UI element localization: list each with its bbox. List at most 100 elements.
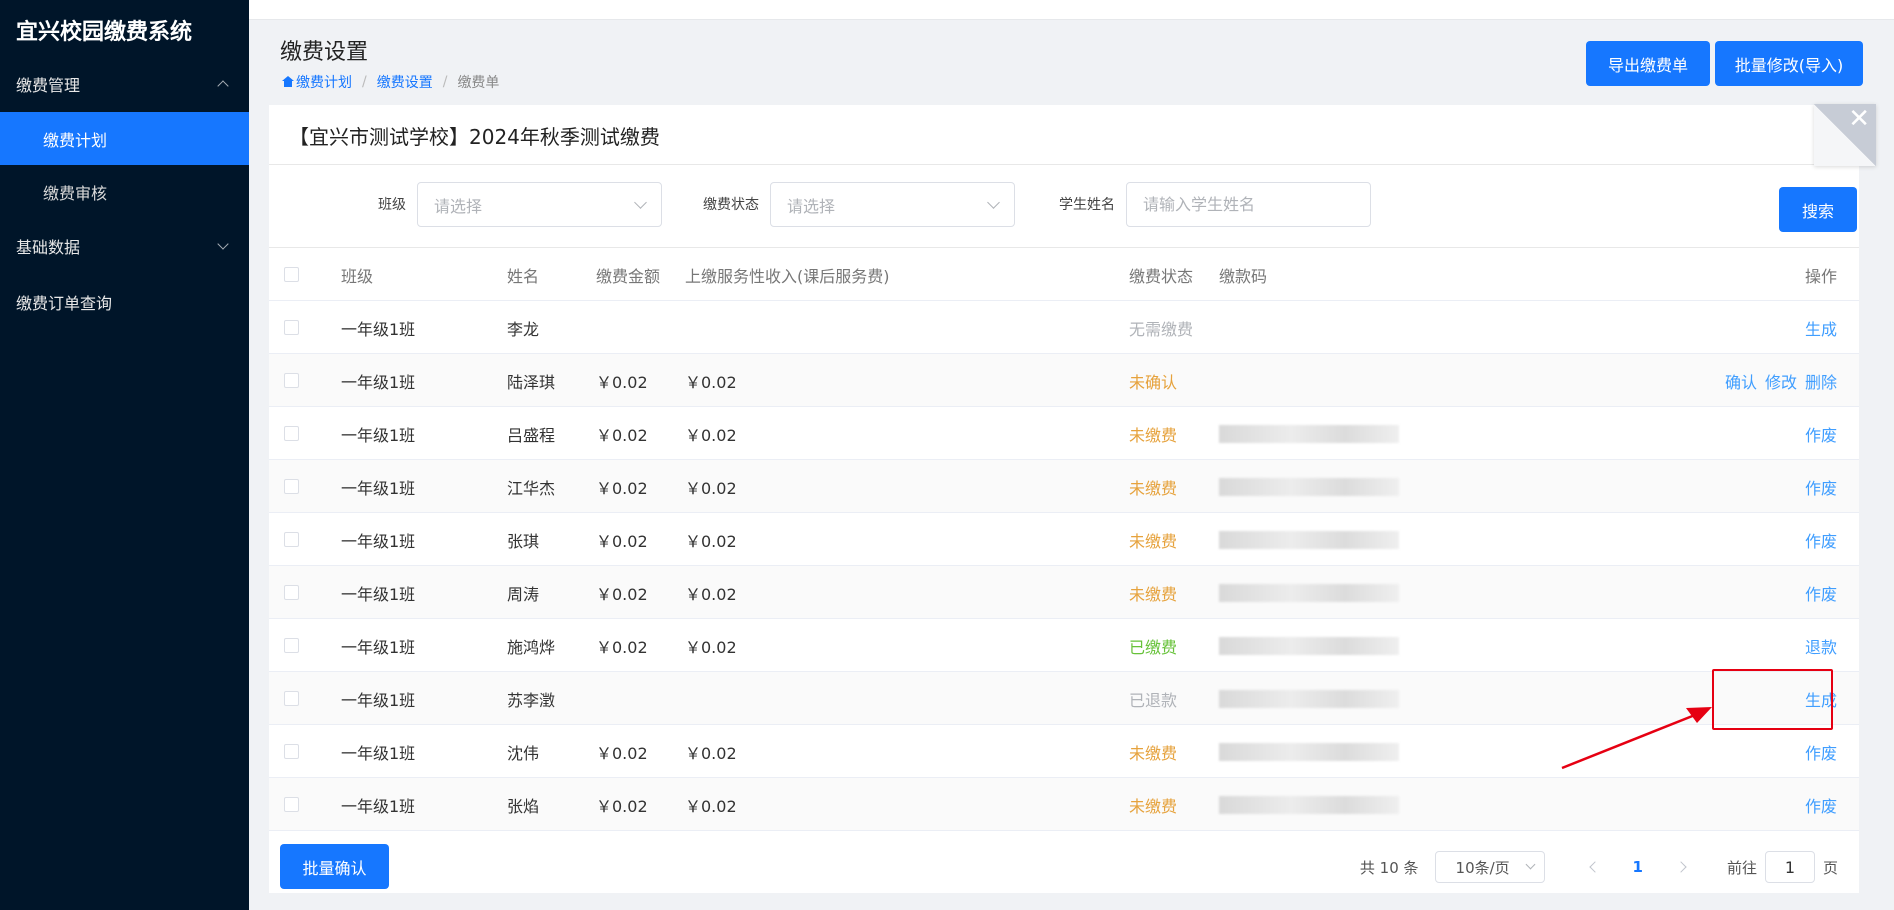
- page-size-value: 10条/页: [1455, 858, 1510, 877]
- cell-class: 一年级1班: [341, 690, 416, 710]
- chevron-down-icon: [217, 238, 229, 250]
- cell-payment-code: [1219, 460, 1399, 513]
- cell-status: 未缴费: [1129, 584, 1178, 604]
- chevron-down-icon: [1525, 859, 1535, 870]
- row-checkbox[interactable]: [284, 744, 299, 759]
- cell-class: 一年级1班: [341, 743, 416, 763]
- cell-name: 沈伟: [507, 743, 540, 763]
- column-header-payment-code: 缴款码: [1219, 266, 1268, 286]
- cell-actions: 作废: [1797, 460, 1837, 513]
- cell-status: 未缴费: [1129, 743, 1178, 763]
- sidebar-item-fee-review[interactable]: 缴费审核: [0, 165, 249, 218]
- action-link[interactable]: 作废: [1805, 581, 1837, 605]
- close-corner-button[interactable]: ✕: [1814, 104, 1876, 166]
- cell-name: 吕盛程: [507, 425, 556, 445]
- row-checkbox[interactable]: [284, 373, 299, 388]
- row-checkbox[interactable]: [284, 320, 299, 335]
- class-select[interactable]: 请选择: [417, 182, 662, 227]
- table-row: 一年级1班 张焰 ￥0.02 ￥0.02 未缴费 作废: [269, 778, 1859, 831]
- cell-income: ￥0.02: [685, 637, 737, 657]
- row-checkbox[interactable]: [284, 797, 299, 812]
- cell-income: ￥0.02: [685, 584, 737, 604]
- select-all-checkbox[interactable]: [284, 267, 299, 282]
- menu-group-label: 缴费订单查询: [16, 294, 113, 313]
- chevron-up-icon: [217, 80, 229, 92]
- table-row: 一年级1班 李龙 无需缴费 生成: [269, 301, 1859, 354]
- row-checkbox[interactable]: [284, 691, 299, 706]
- card-title: 【宜兴市测试学校】2024年秋季测试缴费: [269, 105, 1859, 165]
- cell-payment-code: [1219, 778, 1399, 831]
- table-row: 一年级1班 陆泽琪 ￥0.02 ￥0.02 未确认 确认 修改 删除: [269, 354, 1859, 407]
- chevron-down-icon: [987, 195, 1000, 209]
- menu-group-fee-management[interactable]: 缴费管理: [0, 56, 249, 112]
- row-checkbox[interactable]: [284, 585, 299, 600]
- row-checkbox[interactable]: [284, 426, 299, 441]
- cell-income: ￥0.02: [685, 531, 737, 551]
- student-name-input[interactable]: [1126, 182, 1371, 227]
- row-checkbox[interactable]: [284, 638, 299, 653]
- table-row: 一年级1班 张琪 ￥0.02 ￥0.02 未缴费 作废: [269, 513, 1859, 566]
- menu-group-order-query[interactable]: 缴费订单查询: [0, 274, 249, 330]
- cell-amount: ￥0.02: [596, 584, 648, 604]
- action-link[interactable]: 作废: [1805, 475, 1837, 499]
- row-checkbox[interactable]: [284, 532, 299, 547]
- breadcrumb-item-fee-bill: 缴费单: [457, 75, 500, 91]
- action-link[interactable]: 修改: [1765, 369, 1797, 393]
- goto-page-input[interactable]: [1764, 851, 1815, 883]
- cell-class: 一年级1班: [341, 531, 416, 551]
- cell-actions: 生成: [1797, 672, 1837, 725]
- sidebar: 宜兴校园缴费系统 缴费管理 缴费计划 缴费审核 基础数据 缴费订单查询: [0, 0, 249, 910]
- row-checkbox[interactable]: [284, 479, 299, 494]
- menu-group-label: 基础数据: [16, 238, 81, 257]
- status-select[interactable]: 请选择: [770, 182, 1015, 227]
- cell-actions: 作废: [1797, 778, 1837, 831]
- export-bill-button[interactable]: 导出缴费单: [1586, 41, 1710, 86]
- masked-payment-code: [1219, 424, 1399, 443]
- cell-class: 一年级1班: [341, 319, 416, 339]
- table-row: 一年级1班 沈伟 ￥0.02 ￥0.02 未缴费 作废: [269, 725, 1859, 778]
- table-header-row: 班级 姓名 缴费金额 上缴服务性收入(课后服务费) 缴费状态 缴款码 操作: [269, 248, 1859, 301]
- cell-class: 一年级1班: [341, 584, 416, 604]
- cell-amount: ￥0.02: [596, 531, 648, 551]
- sidebar-item-fee-plan[interactable]: 缴费计划: [0, 112, 249, 165]
- masked-payment-code: [1219, 795, 1399, 814]
- action-link[interactable]: 作废: [1805, 422, 1837, 446]
- cell-name: 张焰: [507, 796, 540, 816]
- action-link[interactable]: 作废: [1805, 793, 1837, 817]
- action-link[interactable]: 生成: [1805, 687, 1837, 711]
- cell-status: 无需缴费: [1129, 319, 1194, 339]
- cell-amount: ￥0.02: [596, 372, 648, 392]
- page-size-select[interactable]: 10条/页: [1434, 851, 1545, 883]
- batch-confirm-button[interactable]: 批量确认: [280, 844, 389, 889]
- sidebar-item-label: 缴费审核: [43, 183, 108, 203]
- breadcrumb-item-fee-plan[interactable]: 缴费计划: [282, 72, 352, 92]
- pagination: 共 10 条 10条/页 1 前往 页: [1360, 847, 1838, 887]
- table-row: 一年级1班 周涛 ￥0.02 ￥0.02 未缴费 作废: [269, 566, 1859, 619]
- action-link[interactable]: 确认: [1725, 369, 1757, 393]
- action-link[interactable]: 生成: [1805, 316, 1837, 340]
- action-link[interactable]: 退款: [1805, 634, 1837, 658]
- goto-prefix: 前往: [1726, 858, 1757, 877]
- cell-name: 苏李澂: [507, 690, 556, 710]
- action-link[interactable]: 删除: [1805, 369, 1837, 393]
- cell-amount: ￥0.02: [596, 743, 648, 763]
- cell-payment-code: [1219, 513, 1399, 566]
- batch-edit-import-button[interactable]: 批量修改(导入): [1715, 41, 1863, 86]
- cell-class: 一年级1班: [341, 425, 416, 445]
- cell-actions: 作废: [1797, 566, 1837, 619]
- sidebar-item-label: 缴费计划: [43, 130, 108, 150]
- cell-status: 已退款: [1129, 690, 1178, 710]
- page-number-current[interactable]: 1: [1617, 858, 1659, 876]
- next-page-icon[interactable]: [1675, 861, 1687, 873]
- top-bar: [249, 0, 1894, 20]
- prev-page-icon[interactable]: [1588, 861, 1601, 873]
- total-count: 共 10 条: [1359, 858, 1419, 877]
- action-link[interactable]: 作废: [1805, 528, 1837, 552]
- cell-amount: ￥0.02: [596, 425, 648, 445]
- cell-class: 一年级1班: [341, 478, 416, 498]
- action-link[interactable]: 作废: [1805, 740, 1837, 764]
- status-select-placeholder: 请选择: [787, 196, 836, 216]
- search-button[interactable]: 搜索: [1779, 187, 1857, 232]
- menu-group-basic-data[interactable]: 基础数据: [0, 218, 249, 274]
- breadcrumb-item-fee-settings[interactable]: 缴费设置: [377, 72, 433, 92]
